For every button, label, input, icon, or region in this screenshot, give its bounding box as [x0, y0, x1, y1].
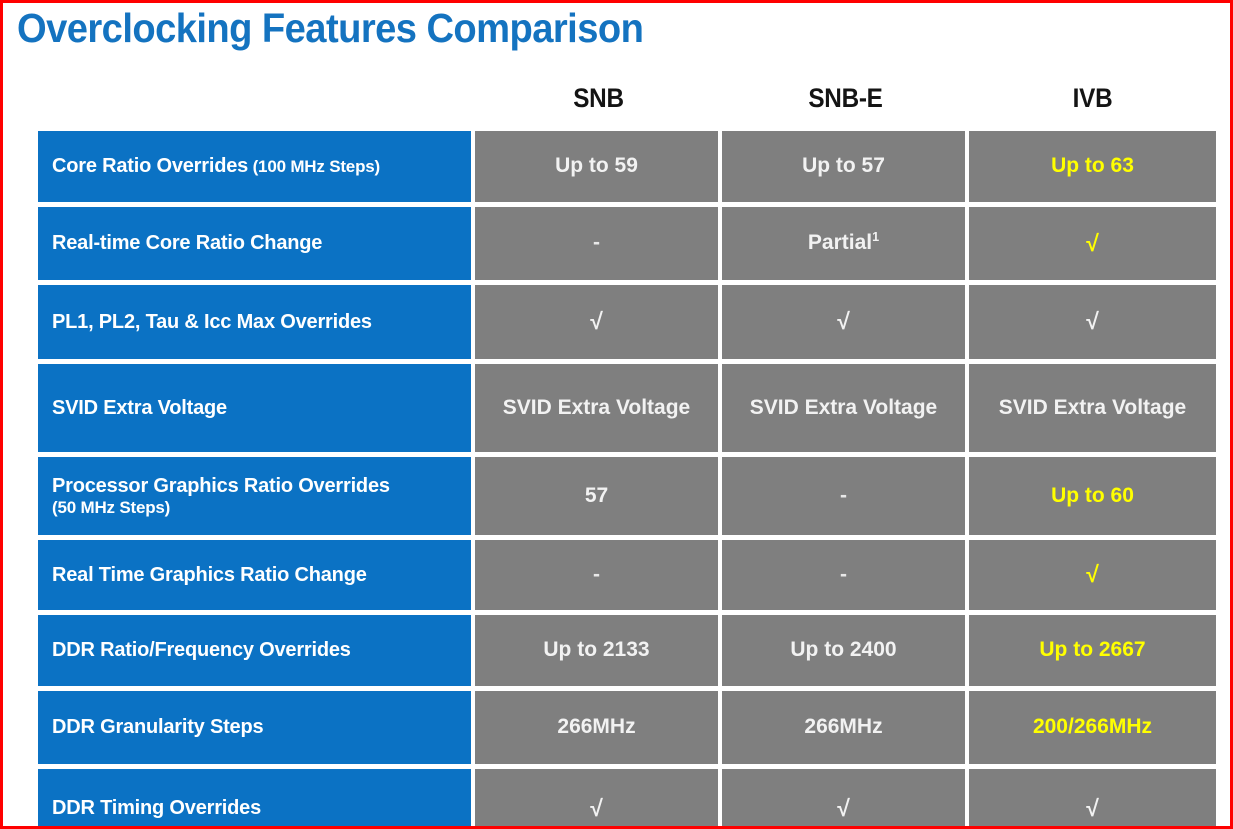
- cell-snb: Up to 2133: [475, 615, 722, 691]
- cell-snbe: 266MHz: [722, 691, 969, 769]
- cell-value: √: [1086, 229, 1099, 256]
- cell-value: Up to 2400: [790, 638, 897, 662]
- row-label: DDR Ratio/Frequency Overrides: [38, 615, 475, 691]
- table-row: Real Time Graphics Ratio Change - - √: [38, 540, 1216, 615]
- row-label-text: SVID Extra Voltage: [52, 396, 227, 419]
- row-label: Processor Graphics Ratio Overrides (50 MH…: [38, 457, 475, 540]
- row-label-subtext: (100 MHz Steps): [248, 157, 381, 177]
- table-row: Real-time Core Ratio Change - Partial1 √: [38, 207, 1216, 285]
- cell-ivb: 200/266MHz: [969, 691, 1216, 769]
- row-label: DDR Granularity Steps: [38, 691, 475, 769]
- row-label-text: PL1, PL2, Tau & Icc Max Overrides: [52, 310, 372, 333]
- cell-value: Up to 59: [555, 154, 638, 178]
- row-label-text: Processor Graphics Ratio Overrides: [52, 475, 390, 498]
- cell-value: √: [837, 794, 850, 821]
- table-row: Core Ratio Overrides (100 MHz Steps) Up t…: [38, 131, 1216, 207]
- table-row: DDR Ratio/Frequency Overrides Up to 2133 U…: [38, 615, 1216, 691]
- cell-snb: SVID Extra Voltage: [475, 364, 722, 457]
- row-label-text: DDR Granularity Steps: [52, 716, 264, 739]
- cell-value: √: [1086, 308, 1099, 335]
- table-body: Core Ratio Overrides (100 MHz Steps) Up t…: [38, 131, 1216, 826]
- cell-value: -: [593, 562, 600, 586]
- row-label: Real-time Core Ratio Change: [38, 207, 475, 285]
- cell-value: √: [1086, 561, 1099, 588]
- cell-value: √: [590, 794, 603, 821]
- cell-snb: √: [475, 285, 722, 364]
- cell-value: Up to 57: [802, 154, 885, 178]
- cell-value: Up to 2133: [543, 638, 650, 662]
- cell-ivb: SVID Extra Voltage: [969, 364, 1216, 457]
- page-title: Overclocking Features Comparison: [17, 5, 644, 51]
- cell-value: Partial: [807, 231, 873, 255]
- header-blank: [59, 65, 454, 131]
- cell-value: SVID Extra Voltage: [998, 395, 1187, 419]
- cell-snb: -: [475, 540, 722, 615]
- cell-value: SVID Extra Voltage: [749, 395, 938, 419]
- cell-ivb: √: [969, 207, 1216, 285]
- cell-value: √: [590, 308, 603, 335]
- cell-ivb: √: [969, 540, 1216, 615]
- table-header-row: SNB SNB-E IVB: [38, 65, 1216, 131]
- cell-ivb: √: [969, 769, 1216, 826]
- column-header-ivb: IVB: [981, 65, 1204, 131]
- cell-value: 266MHz: [557, 715, 636, 739]
- overclocking-features-table: SNB SNB-E IVB Core Ratio Overrides (100 …: [38, 65, 1216, 826]
- row-label-text: Real Time Graphics Ratio Change: [52, 563, 367, 586]
- table-row: DDR Granularity Steps 266MHz 266MHz 200/266…: [38, 691, 1216, 769]
- row-label: SVID Extra Voltage: [38, 364, 475, 457]
- cell-snbe: √: [722, 285, 969, 364]
- cell-snbe: SVID Extra Voltage: [722, 364, 969, 457]
- table-row: Processor Graphics Ratio Overrides (50 MH…: [38, 457, 1216, 540]
- cell-value: -: [840, 483, 847, 507]
- cell-value: SVID Extra Voltage: [502, 395, 691, 419]
- cell-value: -: [840, 562, 847, 586]
- column-header-snb: SNB: [487, 65, 710, 131]
- cell-value: Up to 60: [1051, 483, 1134, 507]
- row-label-text: Real-time Core Ratio Change: [52, 232, 323, 255]
- cell-ivb: Up to 60: [969, 457, 1216, 540]
- column-header-snbe: SNB-E: [734, 65, 957, 131]
- cell-snbe: Up to 2400: [722, 615, 969, 691]
- cell-snbe: √: [722, 769, 969, 826]
- cell-value: Up to 63: [1051, 154, 1134, 178]
- row-label-second-line: (50 MHz Steps): [52, 497, 171, 517]
- cell-value: 57: [584, 483, 609, 507]
- cell-value: -: [593, 231, 600, 255]
- cell-value: √: [837, 308, 850, 335]
- cell-snbe: Partial1: [722, 207, 969, 285]
- table-row: DDR Timing Overrides √ √ √: [38, 769, 1216, 826]
- cell-value: 200/266MHz: [1032, 715, 1153, 739]
- row-label: DDR Timing Overrides: [38, 769, 475, 826]
- cell-snbe: Up to 57: [722, 131, 969, 207]
- cell-value: √: [1086, 794, 1099, 821]
- cell-snbe: -: [722, 540, 969, 615]
- row-label: Core Ratio Overrides (100 MHz Steps): [38, 131, 475, 207]
- slide-root: Overclocking Features Comparison SNB SNB…: [0, 0, 1233, 829]
- row-label: Real Time Graphics Ratio Change: [38, 540, 475, 615]
- row-label-text: DDR Timing Overrides: [52, 797, 262, 820]
- cell-value: 266MHz: [804, 715, 883, 739]
- cell-value: Up to 2667: [1039, 638, 1146, 662]
- cell-snb: -: [475, 207, 722, 285]
- table-row: SVID Extra Voltage SVID Extra Voltage SVID…: [38, 364, 1216, 457]
- cell-ivb: √: [969, 285, 1216, 364]
- cell-snb: 266MHz: [475, 691, 722, 769]
- cell-snb: Up to 59: [475, 131, 722, 207]
- cell-snbe: -: [722, 457, 969, 540]
- row-label-text: Core Ratio Overrides: [52, 155, 249, 178]
- table-row: PL1, PL2, Tau & Icc Max Overrides √ √ √: [38, 285, 1216, 364]
- cell-snb: 57: [475, 457, 722, 540]
- cell-snb: √: [475, 769, 722, 826]
- footnote-marker: 1: [872, 230, 880, 245]
- cell-ivb: Up to 63: [969, 131, 1216, 207]
- row-label: PL1, PL2, Tau & Icc Max Overrides: [38, 285, 475, 364]
- cell-ivb: Up to 2667: [969, 615, 1216, 691]
- row-label-text: DDR Ratio/Frequency Overrides: [52, 639, 351, 662]
